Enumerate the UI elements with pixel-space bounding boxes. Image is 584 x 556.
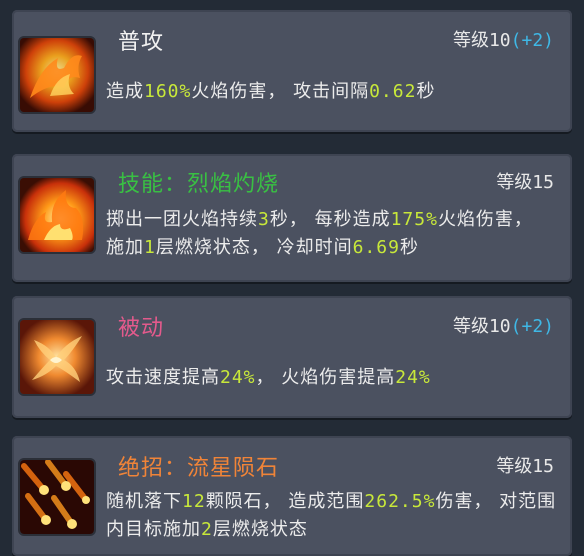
level-bonus: (+2) [510,316,554,337]
desc-value: 6.69 [352,237,400,258]
level-label: 等级15 [496,456,554,477]
skill-description: 随机落下12颗陨石， 造成范围262.5%伤害， 对范围内目标施加2层燃烧状态 [106,488,558,544]
level-label: 等级10 [452,316,511,337]
desc-value: 24% [395,367,431,388]
skill-card-passive[interactable]: 被动 等级10(+2) 攻击速度提高24%， 火焰伤害提高24% [12,296,572,418]
skill-level: 等级10(+2) [453,26,554,52]
desc-text: 火焰伤害， 攻击间隔 [191,81,370,102]
desc-text: 颗陨石， 造成范围 [205,491,365,512]
desc-text: 攻击速度提高 [106,367,220,388]
desc-value: 24% [220,367,256,388]
skill-name: 绝招：流星陨石 [118,456,280,481]
skill-level: 等级10(+2) [453,312,554,338]
skill-level: 等级15 [496,168,554,194]
desc-value: 0.62 [369,81,417,102]
desc-text: 层燃烧状态， 冷却时间 [155,237,353,258]
desc-value: 262.5% [364,491,436,512]
fire-burst-icon [18,176,96,254]
skill-description: 攻击速度提高24%， 火焰伤害提高24% [106,364,558,392]
skill-level: 等级15 [496,452,554,478]
desc-text: 掷出一团火焰持续 [106,209,258,230]
desc-value: 1 [144,237,156,258]
desc-text: 秒 [416,81,436,102]
desc-text: 造成 [106,81,144,102]
phoenix-icon [18,36,96,114]
skill-card-ultimate[interactable]: 绝招：流星陨石 等级15 随机落下12颗陨石， 造成范围262.5%伤害， 对范… [12,436,572,556]
desc-value: 2 [201,519,213,540]
desc-text: ， 火焰伤害提高 [255,367,396,388]
level-label: 等级15 [496,172,554,193]
desc-value: 3 [258,209,270,230]
desc-text: 随机落下 [106,491,182,512]
flame-bird-icon [18,318,96,396]
level-label: 等级10 [452,30,511,51]
desc-value: 160% [144,81,192,102]
skill-name: 普攻 [118,30,165,55]
level-bonus: (+2) [510,30,554,51]
skill-card-active[interactable]: 技能：烈焰灼烧 等级15 掷出一团火焰持续3秒， 每秒造成175%火焰伤害， 施… [12,154,572,282]
desc-value: 175% [390,209,438,230]
desc-value: 12 [182,491,206,512]
meteor-icon [18,458,96,536]
desc-text: 秒 [399,237,419,258]
skill-description: 造成160%火焰伤害， 攻击间隔0.62秒 [106,78,558,106]
skill-name: 被动 [118,316,165,341]
skill-card-basic-attack[interactable]: 普攻 等级10(+2) 造成160%火焰伤害， 攻击间隔0.62秒 [12,10,572,132]
skill-description: 掷出一团火焰持续3秒， 每秒造成175%火焰伤害， 施加1层燃烧状态， 冷却时间… [106,206,558,262]
desc-text: 秒， 每秒造成 [269,209,391,230]
desc-text: 层燃烧状态 [212,519,308,540]
skill-name: 技能：烈焰灼烧 [118,172,280,197]
